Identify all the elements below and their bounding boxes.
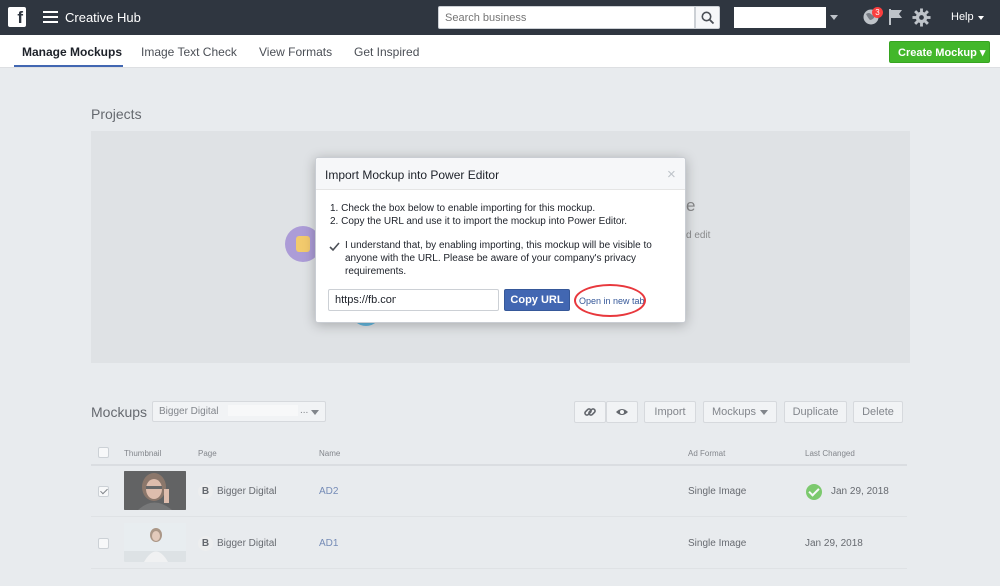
dialog-header: Import Mockup into Power Editor ×	[316, 158, 685, 190]
ad-account-select[interactable]	[734, 7, 826, 28]
instructions: 1. Check the box below to enable importi…	[330, 202, 627, 228]
tab-manage-mockups[interactable]: Manage Mockups	[22, 45, 122, 59]
app-title[interactable]: Creative Hub	[65, 10, 141, 25]
hamburger-menu-icon[interactable]	[43, 11, 58, 23]
top-bar: f Creative Hub 3 Help	[0, 0, 1000, 35]
chevron-down-icon[interactable]	[830, 15, 838, 20]
active-tab-indicator	[14, 65, 123, 67]
instruction-step-1: 1. Check the box below to enable importi…	[330, 203, 596, 214]
flag-icon[interactable]	[888, 8, 904, 26]
instruction-step-2: 2. Copy the URL and use it to import the…	[330, 216, 628, 227]
modal-backdrop[interactable]	[0, 68, 1000, 586]
create-mockup-button[interactable]: Create Mockup ▾	[889, 41, 990, 63]
chevron-down-icon[interactable]	[978, 16, 984, 20]
redacted-area	[396, 293, 496, 306]
help-menu[interactable]: Help	[951, 11, 974, 23]
copy-url-button[interactable]: Copy URL	[504, 289, 570, 311]
facebook-logo-icon[interactable]: f	[8, 7, 26, 27]
consent-text: I understand that, by enabling importing…	[345, 240, 652, 277]
search-button[interactable]	[695, 6, 720, 29]
enable-importing-checkbox[interactable]	[328, 240, 341, 253]
tab-get-inspired[interactable]: Get Inspired	[354, 45, 419, 59]
dialog-title: Import Mockup into Power Editor	[325, 168, 500, 182]
search-input[interactable]	[438, 6, 695, 29]
tab-image-text-check[interactable]: Image Text Check	[141, 45, 237, 59]
tab-view-formats[interactable]: View Formats	[259, 45, 332, 59]
notification-badge: 3	[872, 7, 883, 18]
search-icon	[701, 11, 715, 25]
highlight-annotation	[574, 284, 646, 317]
close-icon[interactable]: ×	[667, 166, 676, 183]
sub-navigation: Manage Mockups Image Text Check View For…	[0, 35, 1000, 68]
import-mockup-dialog: Import Mockup into Power Editor × 1. Che…	[315, 157, 686, 323]
gear-icon[interactable]	[912, 8, 931, 27]
